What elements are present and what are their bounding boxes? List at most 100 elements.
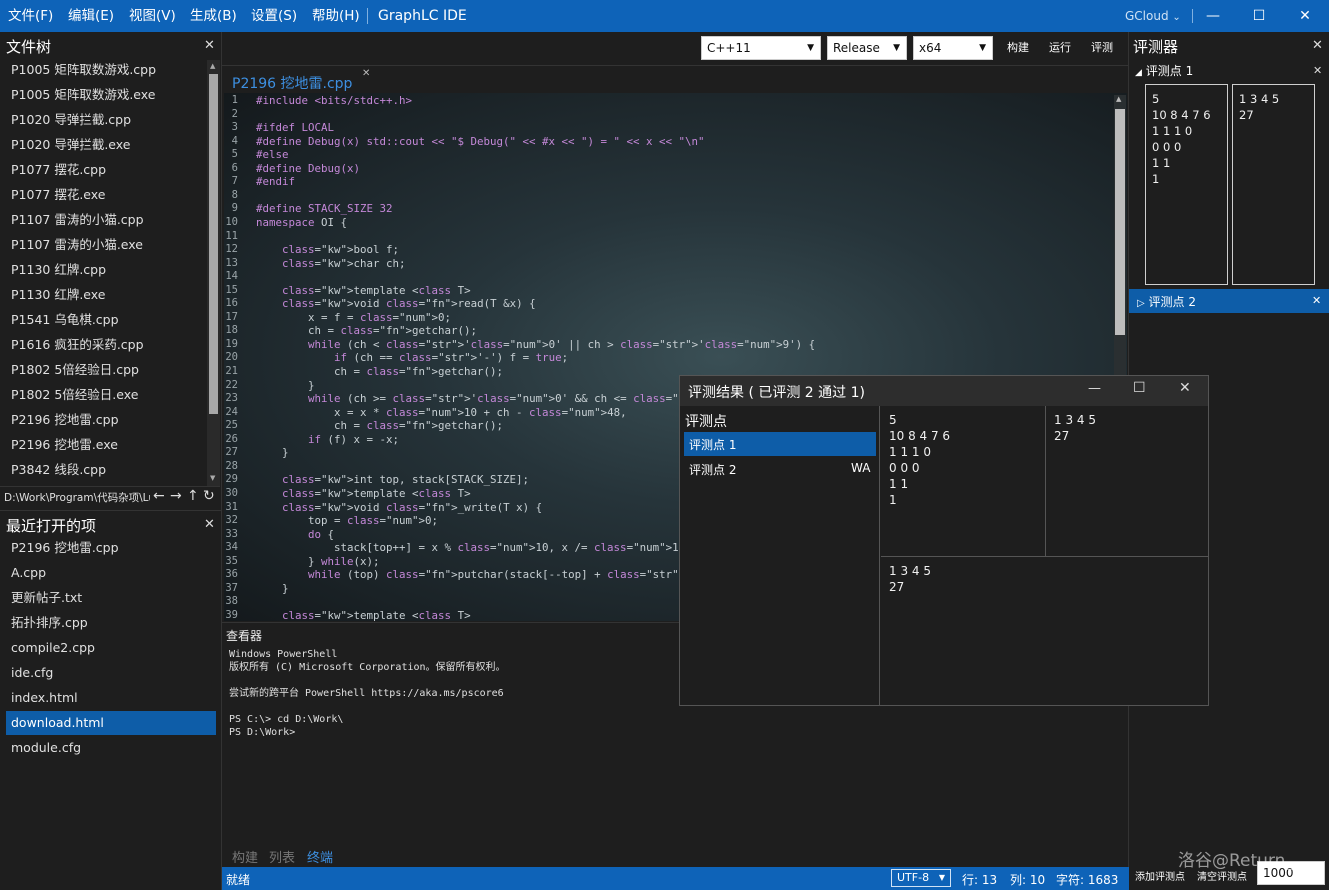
line-number: 18: [225, 324, 238, 337]
file-tree-item[interactable]: P1077 摆花.cpp: [6, 158, 204, 182]
build-button[interactable]: 构建: [1007, 36, 1029, 60]
line-number: 6: [231, 161, 238, 174]
code-line: #define Debug(x) std::cout << "$ Debug("…: [256, 134, 705, 148]
menu-build[interactable]: 生成(B): [190, 0, 237, 32]
recent-item[interactable]: ide.cfg: [6, 661, 216, 685]
line-number: 36: [225, 568, 238, 581]
scroll-down-icon[interactable]: ▼: [210, 474, 215, 482]
menu-view[interactable]: 视图(V): [129, 0, 176, 32]
judge-expected-pane: 1 3 4 5 27: [1046, 406, 1208, 557]
tab-build[interactable]: 构建: [232, 847, 258, 866]
line-number: 15: [225, 283, 238, 296]
account-menu[interactable]: GCloud ⌄: [1125, 0, 1181, 34]
file-tree-item[interactable]: P1107 雷涛的小猫.cpp: [6, 208, 204, 232]
recent-item[interactable]: download.html: [6, 711, 216, 735]
judge-button[interactable]: 评测: [1091, 36, 1113, 60]
arch-select[interactable]: x64 ▼: [913, 36, 993, 60]
file-tree-item[interactable]: P2196 挖地雷.exe: [6, 433, 204, 457]
recent-item[interactable]: index.html: [6, 686, 216, 710]
recent-close-icon[interactable]: ✕: [204, 517, 215, 532]
code-line: #endif: [256, 175, 296, 189]
code-line: x = x * class="num">10 + ch - class="num…: [256, 405, 627, 419]
file-tree-item[interactable]: P1005 矩阵取数游戏.exe: [6, 83, 204, 107]
code-line: top = class="num">0;: [256, 514, 439, 528]
code-line: if (f) x = -x;: [308, 432, 400, 446]
path-input[interactable]: D:\Work\Program\代码杂项\Lu: [4, 490, 150, 505]
file-tree-item[interactable]: P1616 疯狂的采药.cpp: [6, 333, 204, 357]
back-icon[interactable]: ←: [153, 488, 165, 504]
scroll-up-icon[interactable]: ▲: [1116, 95, 1121, 103]
file-tree-item[interactable]: P1541 乌龟棋.cpp: [6, 308, 204, 332]
file-tree-item[interactable]: P1802 5倍经验日.exe: [6, 383, 204, 407]
file-tree-close-icon[interactable]: ✕: [204, 38, 215, 53]
file-tree-item[interactable]: P1005 矩阵取数游戏.cpp: [6, 58, 204, 82]
line-number: 22: [225, 378, 238, 391]
tab-terminal[interactable]: 终端: [307, 847, 333, 866]
recent-item[interactable]: 拓扑排序.cpp: [6, 611, 216, 635]
menu-help[interactable]: 帮助(H): [312, 0, 360, 32]
case1-close-icon[interactable]: ✕: [1313, 64, 1322, 77]
judge-actual-pane: 1 3 4 5 27: [881, 557, 1208, 705]
refresh-icon[interactable]: ↻: [203, 488, 215, 504]
recent-item[interactable]: compile2.cpp: [6, 636, 216, 660]
case1-output-box[interactable]: 1 3 4 5 27: [1232, 84, 1315, 285]
terminal-output[interactable]: Windows PowerShell 版权所有 (C) Microsoft Co…: [229, 648, 506, 739]
line-number: 12: [225, 243, 238, 256]
code-line: } while(x);: [256, 554, 380, 568]
file-tree-item[interactable]: P1802 5倍经验日.cpp: [6, 358, 204, 382]
judge-close-button[interactable]: ✕: [1179, 380, 1191, 396]
collapsed-triangle-icon: ▷: [1137, 298, 1145, 309]
close-icon: ✕: [1299, 8, 1311, 24]
tab-list[interactable]: 列表: [269, 847, 295, 866]
file-tree-scroll-thumb[interactable]: [209, 74, 218, 414]
recent-item[interactable]: P2196 挖地雷.cpp: [6, 536, 216, 560]
judger-close-icon[interactable]: ✕: [1312, 38, 1323, 53]
forward-icon[interactable]: →: [170, 488, 182, 504]
editor-tab[interactable]: P2196 挖地雷.cpp: [232, 73, 352, 93]
file-tree-item[interactable]: P2196 挖地雷.cpp: [6, 408, 204, 432]
file-tree-item[interactable]: P1130 红牌.exe: [6, 283, 204, 307]
file-tree-item[interactable]: P3842 线段.cpp: [6, 458, 204, 482]
file-tree-item[interactable]: P1077 摆花.exe: [6, 183, 204, 207]
config-select[interactable]: Release ▼: [827, 36, 907, 60]
case1-input-box[interactable]: 5 10 8 4 7 6 1 1 1 0 0 0 0 1 1 1: [1145, 84, 1228, 285]
code-line: class="kw">template <class T>: [282, 283, 471, 297]
editor-scroll-thumb[interactable]: [1115, 109, 1125, 335]
encoding-select[interactable]: UTF-8 ▼: [891, 869, 951, 887]
judge-result-titlebar[interactable]: 评测结果 ( 已评测 2 通过 1) — ☐ ✕: [680, 376, 1208, 406]
status-col: 列: 10: [1010, 873, 1046, 887]
menu-edit[interactable]: 编辑(E): [68, 0, 114, 32]
judge-minimize-button[interactable]: —: [1088, 381, 1101, 396]
menu-settings[interactable]: 设置(S): [251, 0, 297, 32]
judge-maximize-button[interactable]: ☐: [1133, 380, 1146, 396]
up-icon[interactable]: ↑: [187, 488, 199, 504]
line-number: 1: [231, 94, 238, 106]
recent-item[interactable]: 更新帖子.txt: [6, 586, 216, 610]
judge-case-1[interactable]: 评测点 1: [684, 432, 876, 456]
judge-case-2[interactable]: 评测点 2 WA: [684, 457, 876, 481]
close-window-button[interactable]: ✕: [1282, 0, 1328, 32]
minimize-button[interactable]: —: [1190, 0, 1236, 32]
file-tree-scrollbar[interactable]: ▲ ▼: [207, 60, 220, 486]
case2-close-icon[interactable]: ✕: [1312, 294, 1321, 307]
maximize-button[interactable]: ☐: [1236, 0, 1282, 32]
file-tree-item[interactable]: P1107 雷涛的小猫.exe: [6, 233, 204, 257]
viewer-title: 查看器: [226, 629, 263, 643]
file-tree-item[interactable]: P1020 导弹拦截.exe: [6, 133, 204, 157]
standard-select[interactable]: C++11 ▼: [701, 36, 821, 60]
line-number: 32: [225, 514, 238, 527]
recent-item[interactable]: A.cpp: [6, 561, 216, 585]
tab-close-icon[interactable]: ✕: [362, 68, 370, 79]
case1-header[interactable]: ◢ 评测点 1: [1135, 62, 1193, 79]
case2-header[interactable]: ▷ 评测点 2 ✕: [1129, 289, 1329, 313]
scroll-up-icon[interactable]: ▲: [210, 62, 215, 70]
case1-output: 1 3 4 5 27: [1239, 92, 1280, 122]
menu-file[interactable]: 文件(F): [8, 0, 53, 32]
file-tree-item[interactable]: P1020 导弹拦截.cpp: [6, 108, 204, 132]
line-number: 19: [225, 337, 238, 350]
recent-item[interactable]: module.cfg: [6, 736, 216, 760]
line-number: 8: [231, 188, 238, 201]
run-button[interactable]: 运行: [1049, 36, 1071, 60]
judger-title: 评测器: [1133, 38, 1179, 56]
file-tree-item[interactable]: P1130 红牌.cpp: [6, 258, 204, 282]
